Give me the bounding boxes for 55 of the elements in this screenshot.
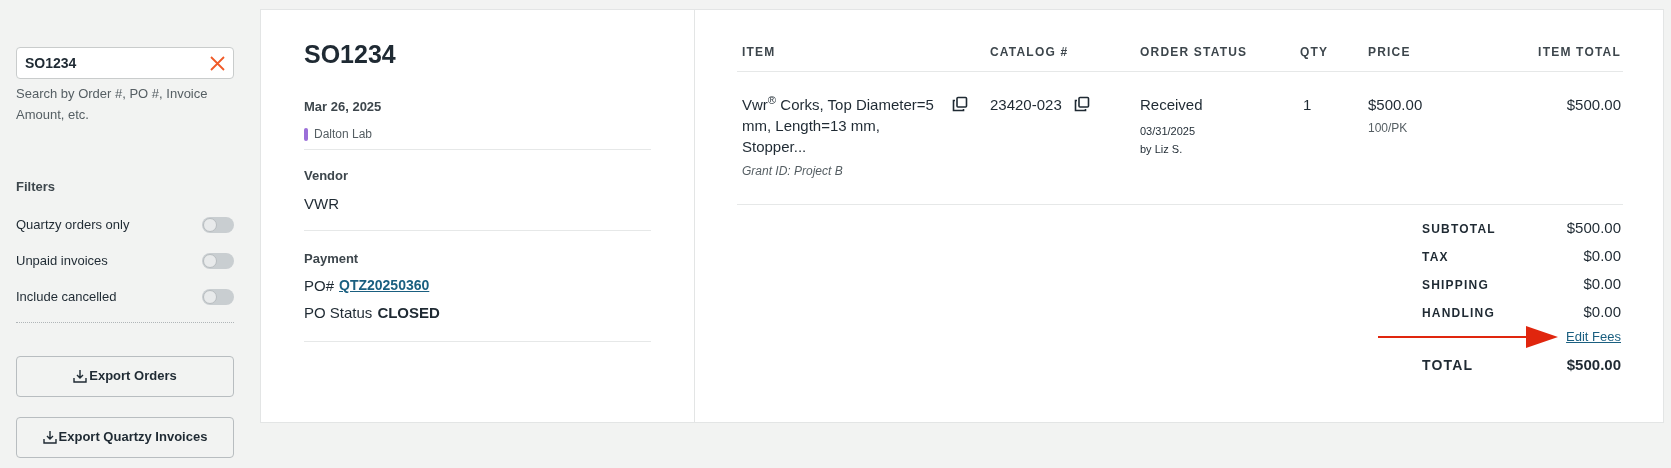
grant-id: Grant ID: Project B — [742, 163, 844, 180]
clear-icon[interactable] — [210, 55, 225, 71]
filters-title: Filters — [16, 178, 56, 196]
quantity: 1 — [1302, 96, 1312, 113]
order-status: Received — [1140, 95, 1204, 115]
search-hint: Search by Order #, PO #, Invoice Amount, etc. — [16, 85, 209, 124]
toggle-switch[interactable] — [202, 216, 234, 233]
search-field[interactable]: SO1234 — [16, 47, 234, 79]
column-header: ITEM — [742, 45, 776, 59]
po-number-link[interactable]: QTZ20250360 — [339, 274, 430, 297]
summary-label: SUBTOTAL — [1422, 220, 1496, 238]
summary-label: HANDLING — [1422, 304, 1495, 322]
filter-label: Unpaid invoices — [16, 251, 108, 270]
toggle-switch[interactable] — [202, 288, 234, 305]
status-by: by Liz S. — [1140, 142, 1184, 157]
summary-label: TAX — [1422, 248, 1449, 266]
order-number: SO1234 — [304, 39, 397, 70]
column-header: ORDER STATUS — [1140, 45, 1248, 59]
vendor-label: Vendor — [304, 167, 350, 185]
item-name: Vwr$^{®}$ Corks, Top Diameter=5 mm, Length=13 mm, Stopper... — [742, 94, 935, 157]
download-icon — [42, 430, 57, 444]
arrow-icon — [1378, 325, 1559, 349]
catalog-number: 23420-023 — [990, 95, 1062, 115]
unit-size: 100/PK — [1368, 119, 1409, 137]
column-header: QTY — [1300, 45, 1329, 59]
copy-icon[interactable] — [952, 96, 968, 112]
search-value: SO1234 — [25, 53, 78, 73]
toggle-switch[interactable] — [202, 252, 234, 269]
download-icon — [73, 369, 88, 383]
summary-value: $0.00 — [1583, 246, 1621, 267]
status-date: 03/31/2025 — [1140, 123, 1197, 139]
export-button[interactable]: Export Quartzy Invoices — [16, 416, 234, 458]
item-total: $500.00 — [1566, 96, 1621, 113]
po-status: CLOSED — [377, 303, 440, 323]
summary-value: $0.00 — [1583, 274, 1621, 295]
po-prefix: PO# — [304, 275, 334, 296]
total-label: TOTAL — [1422, 355, 1474, 375]
summary-value: $0.00 — [1583, 302, 1621, 323]
price: $500.00 — [1368, 95, 1424, 115]
vendor-name: VWR — [304, 192, 651, 231]
column-header: CATALOG # — [990, 45, 1069, 59]
order-date: Mar 26, 2025 — [304, 97, 383, 116]
column-header: PRICE — [1368, 45, 1411, 59]
lab-name: Dalton Lab — [314, 126, 373, 143]
payment-label: Payment — [304, 250, 360, 268]
total-value: $500.00 — [1566, 355, 1621, 375]
edit-fees-link[interactable]: Edit Fees — [1566, 327, 1621, 347]
filter-label: Quartzy orders only — [16, 215, 130, 234]
column-header: ITEM TOTAL — [1538, 45, 1621, 59]
filter-label: Include cancelled — [16, 287, 117, 306]
export-button[interactable]: Export Orders — [16, 355, 234, 397]
summary-label: SHIPPING — [1422, 276, 1489, 294]
summary-value: $500.00 — [1566, 218, 1621, 239]
copy-icon[interactable] — [1073, 96, 1090, 112]
po-status-label: PO Status — [304, 303, 373, 323]
